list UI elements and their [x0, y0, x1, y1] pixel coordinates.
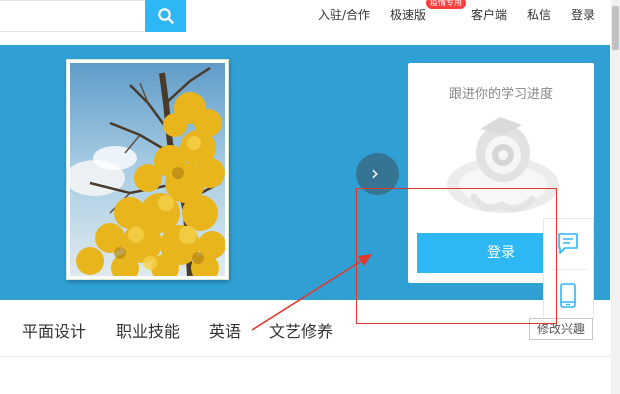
top-bar: 入驻/合作 极速版 疫情专用 客户端 私信 登录: [0, 0, 620, 33]
message-icon: [558, 233, 578, 254]
scrollbar-track[interactable]: [611, 0, 620, 394]
progress-prompt: 跟进你的学习进度: [448, 87, 553, 102]
nav-join-cooperate[interactable]: 入驻/合作: [318, 6, 370, 23]
mascot-icon: [447, 117, 559, 213]
search-button[interactable]: [145, 0, 186, 32]
epidemic-badge: 疫情专用: [426, 0, 466, 9]
nav-client[interactable]: 客户端: [471, 6, 507, 23]
scrollbar-thumb[interactable]: [612, 6, 619, 50]
nav-speed-version[interactable]: 极速版: [390, 6, 426, 23]
search-input[interactable]: [0, 0, 146, 32]
chevron-right-icon: ›: [371, 161, 379, 185]
page: 入驻/合作 极速版 疫情专用 客户端 私信 登录 › 跟进你的学习进度 登录 平…: [0, 0, 620, 394]
feedback-button[interactable]: [544, 219, 593, 269]
category-arts-literature[interactable]: 文艺修养: [269, 318, 333, 342]
category-graphic-design[interactable]: 平面设计: [22, 318, 86, 342]
banner-photo[interactable]: [66, 59, 229, 280]
section-divider: [0, 356, 612, 357]
modify-interests-button[interactable]: 修改兴趣: [529, 318, 593, 340]
category-vocational-skills[interactable]: 职业技能: [116, 318, 180, 342]
mobile-app-button[interactable]: [544, 270, 593, 320]
search-icon: [158, 8, 174, 24]
mobile-phone-icon: [560, 283, 576, 308]
autumn-tree-image: [70, 63, 225, 276]
next-slide-button[interactable]: ›: [356, 153, 399, 195]
category-english[interactable]: 英语: [209, 318, 241, 342]
nav-login[interactable]: 登录: [571, 6, 595, 23]
floating-toolbar: [543, 218, 594, 320]
nav-messages[interactable]: 私信: [527, 6, 551, 23]
